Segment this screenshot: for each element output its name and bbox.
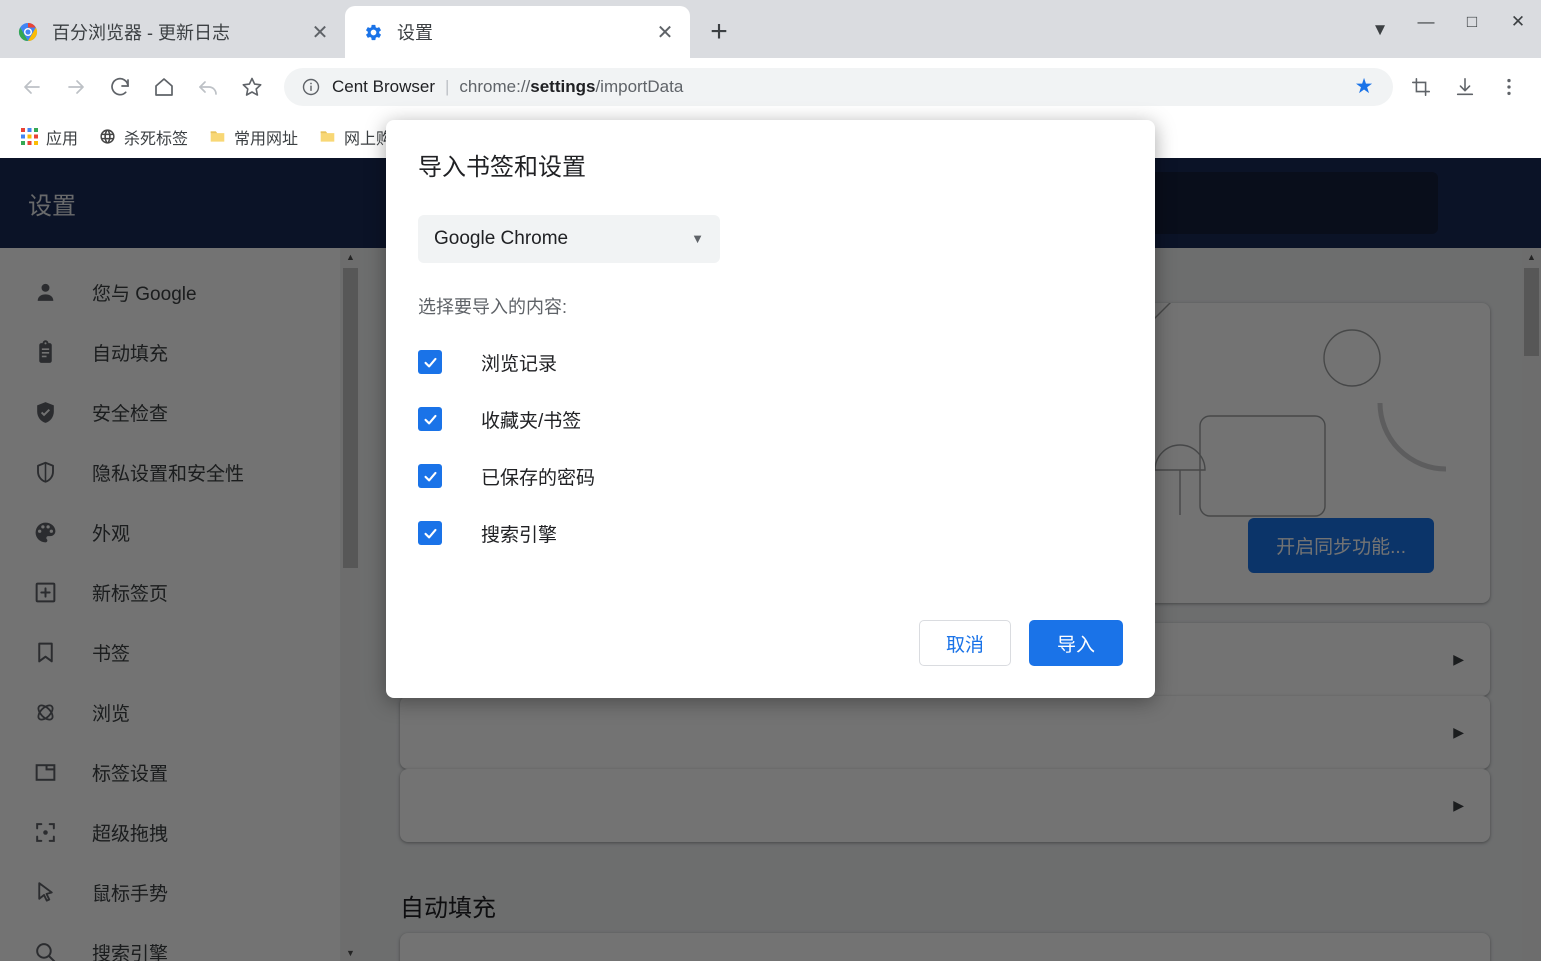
close-window-button[interactable]: ✕ — [1495, 0, 1541, 44]
bookmark-folder-common-sites[interactable]: 常用网址 — [200, 122, 306, 152]
bookmark-star-icon[interactable] — [230, 65, 274, 109]
folder-icon — [318, 128, 336, 146]
window-controls: ▼ — □ ✕ — [1357, 0, 1541, 58]
browser-window: 百分浏览器 - 更新日志 ✕ 设置 ✕ + ▼ — □ ✕ Cent Brows… — [0, 0, 1541, 961]
tab-settings[interactable]: 设置 ✕ — [345, 6, 690, 58]
import-button[interactable]: 导入 — [1028, 620, 1123, 666]
dialog-actions: 取消 导入 — [918, 620, 1123, 666]
tab-title: 设置 — [397, 23, 433, 43]
tab-list-caret-icon[interactable]: ▼ — [1357, 8, 1403, 52]
tab-strip-empty-area — [740, 6, 1357, 58]
new-tab-button[interactable]: + — [698, 11, 740, 53]
dialog-title: 导入书签和设置 — [418, 154, 586, 181]
import-bookmarks-dialog: 导入书签和设置 Google Chrome ▼ 选择要导入的内容: 浏览记录 收… — [386, 120, 1155, 698]
checkbox-checked-icon[interactable] — [418, 407, 442, 432]
undo-close-tab-button[interactable] — [186, 65, 230, 109]
tab-update-log[interactable]: 百分浏览器 - 更新日志 ✕ — [0, 6, 345, 58]
checkbox-label: 已保存的密码 — [481, 467, 596, 489]
checkbox-label: 搜索引擎 — [481, 524, 558, 546]
checkbox-checked-icon[interactable] — [418, 350, 442, 375]
import-source-value: Google Chrome — [434, 227, 569, 249]
bookmark-apps[interactable]: 应用 — [12, 122, 86, 152]
chevron-down-icon: ▼ — [691, 231, 704, 247]
globe-icon — [98, 128, 116, 146]
apps-grid-icon — [20, 128, 38, 146]
gear-icon — [363, 22, 383, 42]
forward-button[interactable] — [54, 65, 98, 109]
home-button[interactable] — [142, 65, 186, 109]
bookmark-kill-tabs[interactable]: 杀死标签 — [90, 122, 196, 152]
navigation-toolbar: Cent Browser | chrome://settings/importD… — [0, 58, 1541, 115]
bookmark-label: 应用 — [46, 130, 79, 148]
cancel-button[interactable]: 取消 — [918, 620, 1011, 666]
checkbox-checked-icon[interactable] — [418, 521, 442, 546]
screenshot-button[interactable] — [1399, 65, 1443, 109]
checkbox-row-browsing-history[interactable]: 浏览记录 — [418, 349, 1123, 376]
back-button[interactable] — [10, 65, 54, 109]
site-name: Cent Browser — [332, 76, 435, 96]
folder-icon — [208, 128, 226, 146]
reload-button[interactable] — [98, 65, 142, 109]
site-info-icon[interactable] — [298, 74, 324, 100]
checkbox-label: 收藏夹/书签 — [481, 410, 582, 432]
tab-strip: 百分浏览器 - 更新日志 ✕ 设置 ✕ + ▼ — □ ✕ — [0, 0, 1541, 58]
cent-browser-logo-icon — [18, 22, 38, 42]
bookmark-label: 杀死标签 — [124, 130, 189, 148]
bookmarked-star-icon[interactable]: ★ — [1349, 72, 1379, 102]
checkbox-checked-icon[interactable] — [418, 464, 442, 489]
checkbox-row-favorites-bookmarks[interactable]: 收藏夹/书签 — [418, 406, 1123, 433]
dialog-subtitle: 选择要导入的内容: — [418, 296, 568, 317]
close-icon[interactable]: ✕ — [650, 17, 680, 47]
import-source-select[interactable]: Google Chrome ▼ — [418, 214, 720, 263]
bookmark-label: 常用网址 — [234, 130, 299, 148]
browser-menu-button[interactable] — [1487, 65, 1531, 109]
download-button[interactable] — [1443, 65, 1487, 109]
address-bar-url: chrome://settings/importData — [459, 76, 684, 96]
checkbox-row-saved-passwords[interactable]: 已保存的密码 — [418, 463, 1123, 490]
checkbox-label: 浏览记录 — [481, 353, 558, 375]
close-icon[interactable]: ✕ — [305, 17, 335, 47]
tab-title: 百分浏览器 - 更新日志 — [52, 23, 230, 43]
minimize-button[interactable]: — — [1403, 0, 1449, 44]
maximize-button[interactable]: □ — [1449, 0, 1495, 44]
address-bar[interactable]: Cent Browser | chrome://settings/importD… — [284, 67, 1393, 106]
omnibox-separator: | — [444, 76, 450, 96]
checkbox-row-search-engines[interactable]: 搜索引擎 — [418, 520, 1123, 547]
